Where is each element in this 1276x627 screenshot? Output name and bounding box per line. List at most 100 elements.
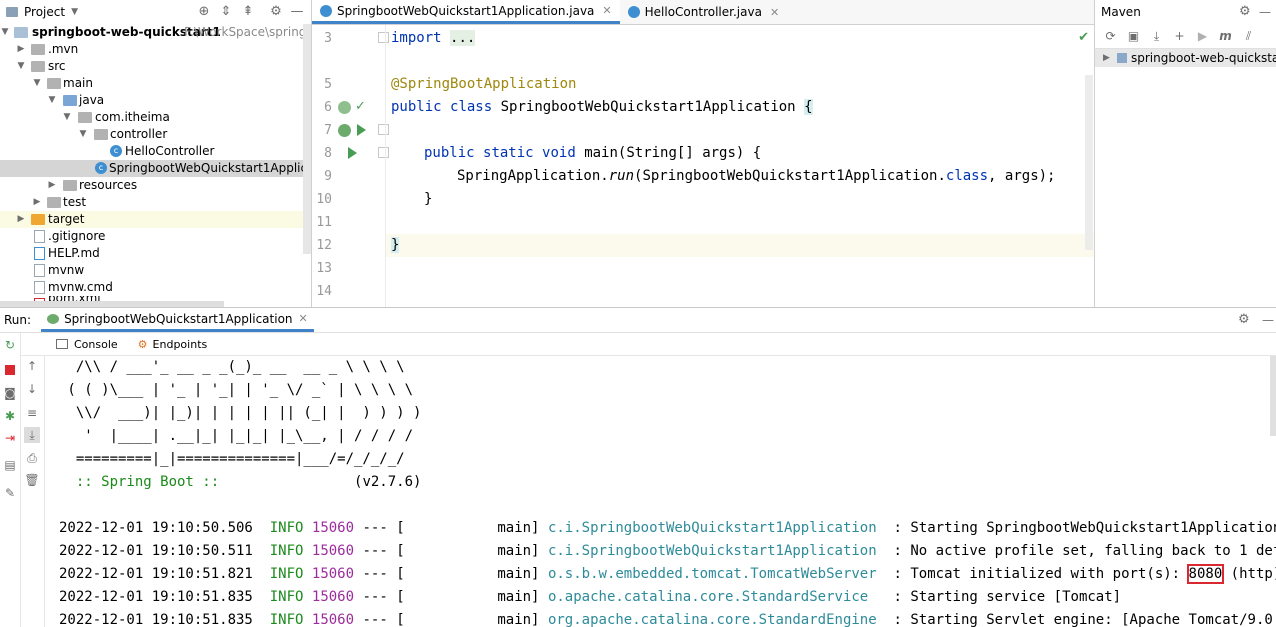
- tree-item-resources[interactable]: ▶ resources: [0, 177, 311, 194]
- generate-sources-icon[interactable]: ▣: [1122, 29, 1145, 43]
- tree-item-gitignore[interactable]: .gitignore: [0, 228, 311, 245]
- rerun-icon[interactable]: ↻: [2, 337, 18, 353]
- pin-icon[interactable]: ✎: [2, 485, 18, 501]
- code-area[interactable]: import ... @SpringBootApplication public…: [385, 25, 1095, 307]
- chevron-down-icon[interactable]: ▼: [78, 126, 88, 143]
- inspection-ok-icon[interactable]: ✔: [1078, 30, 1089, 45]
- folded-imports[interactable]: ...: [450, 30, 476, 46]
- gear-icon[interactable]: ⚙: [1239, 0, 1251, 24]
- run-configuration-tab[interactable]: SpringbootWebQuickstart1Application ✕: [41, 308, 314, 332]
- code-token: }: [424, 191, 433, 207]
- tree-item-hellocontroller[interactable]: c HelloController: [0, 143, 311, 160]
- stop-icon[interactable]: [2, 363, 18, 379]
- tree-item-controller[interactable]: ▼ controller: [0, 126, 311, 143]
- chevron-down-icon[interactable]: ▼: [47, 92, 57, 109]
- vertical-scrollbar[interactable]: [303, 24, 311, 254]
- log-logger[interactable]: o.s.b.w.embedded.tomcat.TomcatWebServer: [548, 566, 885, 582]
- tree-item-mvnw-cmd[interactable]: mvnw.cmd: [0, 279, 311, 296]
- download-icon[interactable]: ⤓: [1145, 29, 1168, 44]
- chevron-down-icon[interactable]: ▼: [32, 75, 42, 92]
- tree-item-label: .mvn: [48, 42, 79, 56]
- minimize-icon[interactable]: —: [290, 5, 304, 19]
- spring-bean-icon[interactable]: [338, 101, 351, 114]
- tree-item-help[interactable]: HELP.md: [0, 245, 311, 262]
- tree-item-target[interactable]: ▶ target: [0, 211, 311, 228]
- maven-project-item[interactable]: ▶ springboot-web-quickstart1: [1095, 49, 1276, 67]
- java-class-icon: [320, 4, 332, 17]
- spring-bean-icon[interactable]: [338, 124, 351, 137]
- project-title[interactable]: Project: [24, 5, 65, 19]
- log-logger[interactable]: o.apache.catalina.core.StandardService: [548, 589, 885, 605]
- trash-icon[interactable]: 🗑: [24, 472, 40, 488]
- print-icon[interactable]: ⎙: [24, 450, 40, 466]
- code-token: main(String[] args) {: [584, 145, 762, 161]
- tree-item-test[interactable]: ▶ test: [0, 194, 311, 211]
- chevron-right-icon[interactable]: ▶: [16, 41, 26, 58]
- vertical-scrollbar[interactable]: [1270, 356, 1276, 436]
- close-icon[interactable]: ✕: [602, 4, 611, 17]
- chevron-right-icon[interactable]: ▶: [1103, 49, 1110, 67]
- minimize-icon[interactable]: —: [1259, 0, 1271, 24]
- chevron-right-icon[interactable]: ▶: [47, 177, 57, 194]
- code-token: public: [424, 145, 475, 161]
- banner-line: ' |____| .__|_| |_|_| |_\__, | / / / /: [59, 428, 414, 444]
- log-logger[interactable]: org.apache.catalina.core.StandardEngine: [548, 612, 885, 627]
- run-icon[interactable]: ▶: [1191, 29, 1214, 43]
- log-thread: --- [ main]: [362, 520, 540, 536]
- collapse-all-icon[interactable]: ⇞: [241, 5, 255, 19]
- vertical-scrollbar[interactable]: [1085, 75, 1093, 250]
- tree-item-application[interactable]: c SpringbootWebQuickstart1Application: [0, 160, 311, 177]
- minimize-icon[interactable]: —: [1262, 308, 1274, 332]
- code-token: SpringbootWebQuickstart1Application: [500, 99, 796, 115]
- tree-item-label: HELP.md: [48, 246, 100, 260]
- debug-icon[interactable]: ✱: [2, 408, 18, 424]
- code-token: }: [391, 237, 400, 253]
- tab-application[interactable]: SpringbootWebQuickstart1Application.java…: [312, 0, 620, 24]
- line-number: 5: [324, 77, 332, 92]
- chevron-right-icon[interactable]: ▶: [16, 211, 26, 228]
- log-logger[interactable]: c.i.SpringbootWebQuickstart1Application: [548, 520, 885, 536]
- console-output[interactable]: /\\ / ___'_ __ _ _(_)_ __ __ _ \ \ \ \ (…: [45, 356, 1276, 627]
- add-icon[interactable]: +: [1168, 29, 1191, 43]
- toggle-offline-icon[interactable]: ⫽: [1237, 29, 1260, 44]
- reload-icon[interactable]: ⟳: [1099, 29, 1122, 43]
- tab-endpoints[interactable]: ⚙ Endpoints: [128, 333, 218, 355]
- log-pid: 15060: [311, 612, 355, 627]
- chevron-right-icon[interactable]: ▶: [32, 194, 42, 211]
- log-logger[interactable]: c.i.SpringbootWebQuickstart1Application: [548, 543, 885, 559]
- layout-icon[interactable]: ▤: [2, 457, 18, 473]
- exit-icon[interactable]: ⇥: [2, 430, 18, 446]
- tree-item-mvn[interactable]: ▶ .mvn: [0, 41, 311, 58]
- close-icon[interactable]: ✕: [770, 6, 779, 19]
- chevron-down-icon[interactable]: ▼: [62, 109, 72, 126]
- tab-console[interactable]: Console: [46, 333, 128, 355]
- tree-item-main[interactable]: ▼ main: [0, 75, 311, 92]
- camera-icon[interactable]: ◙: [2, 385, 18, 401]
- line-number: 14: [316, 284, 332, 299]
- tree-item-package[interactable]: ▼ com.itheima: [0, 109, 311, 126]
- chevron-down-icon[interactable]: ▼: [0, 24, 10, 41]
- gear-icon[interactable]: ⚙: [1238, 308, 1250, 332]
- tree-item-java[interactable]: ▼ java: [0, 92, 311, 109]
- gear-icon[interactable]: ⚙: [269, 5, 283, 19]
- execute-goal-icon[interactable]: m: [1214, 29, 1237, 43]
- log-line: 2022-12-01 19:10:51.835 INFO 15060 --- […: [59, 586, 1121, 609]
- expand-all-icon[interactable]: ⇕: [219, 5, 233, 19]
- arrow-up-icon[interactable]: ↑: [24, 358, 40, 374]
- log-pid: 15060: [311, 543, 355, 559]
- scroll-to-end-icon[interactable]: ⤓: [24, 427, 40, 443]
- tree-item-src[interactable]: ▼ src: [0, 58, 311, 75]
- arrow-down-icon[interactable]: ↓: [24, 381, 40, 397]
- chevron-down-icon[interactable]: ▼: [16, 58, 26, 75]
- close-icon[interactable]: ✕: [299, 307, 308, 331]
- locate-icon[interactable]: ⊕: [197, 5, 211, 19]
- line-number: 8: [324, 146, 332, 161]
- tab-hellocontroller[interactable]: HelloController.java ✕: [620, 0, 788, 24]
- run-icon[interactable]: [348, 147, 357, 159]
- soft-wrap-icon[interactable]: ≡: [24, 405, 40, 421]
- run-icon[interactable]: [357, 124, 366, 136]
- chevron-down-icon[interactable]: ▼: [71, 7, 78, 17]
- tree-item-root[interactable]: ▼ springboot-web-quickstart1 F:\WorkSpac…: [0, 24, 311, 41]
- spring-config-icon[interactable]: ✓: [355, 99, 367, 114]
- tree-item-mvnw[interactable]: mvnw: [0, 262, 311, 279]
